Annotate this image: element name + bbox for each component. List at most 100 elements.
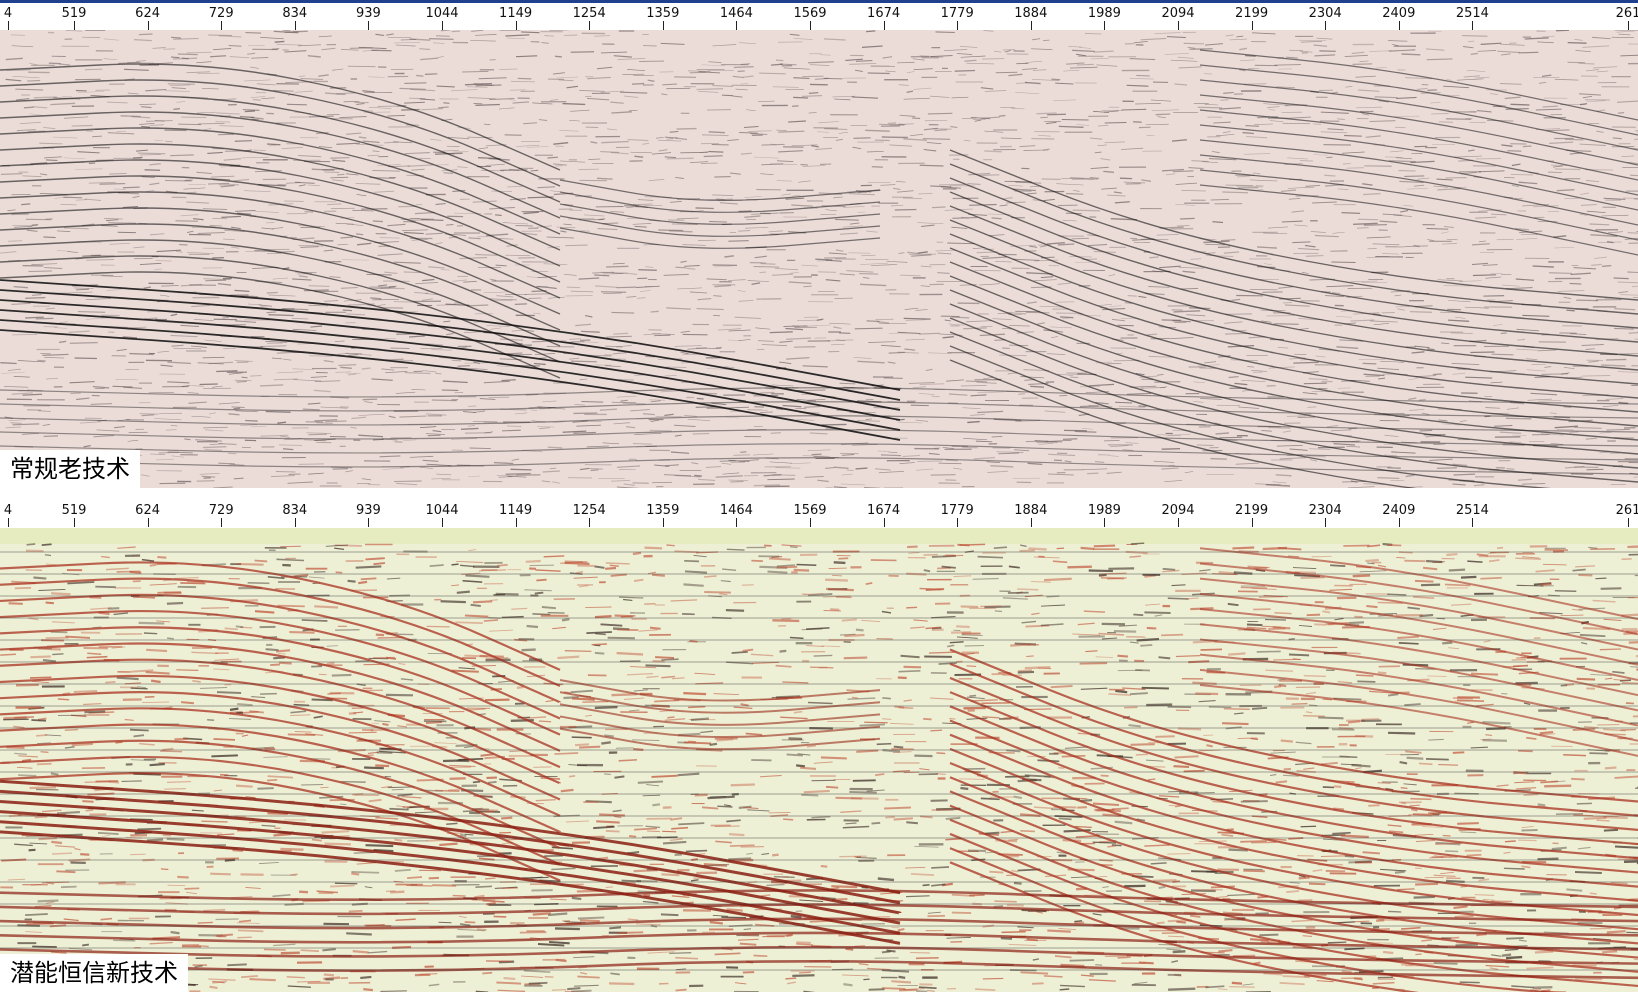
ruler-tick-label: 2304 xyxy=(1308,503,1342,518)
ruler-tick-mark xyxy=(294,518,296,527)
ruler-tick-mark xyxy=(1398,21,1400,30)
ruler-tick-mark xyxy=(147,518,149,527)
ruler-tick-label: 2409 xyxy=(1382,503,1416,518)
ruler-tick-label: 1989 xyxy=(1087,6,1121,21)
ruler-tick-mark xyxy=(662,21,664,30)
ruler-tick-label: 2514 xyxy=(1455,6,1489,21)
ruler-tick-mark xyxy=(1178,21,1179,30)
ruler-tick-mark xyxy=(736,518,738,527)
ruler-tick-label: 1779 xyxy=(940,6,974,21)
ruler-tick-mark xyxy=(810,21,811,30)
seismic-traces xyxy=(0,30,1638,488)
ruler-tick-mark xyxy=(147,21,149,30)
ruler-tick-label: 939 xyxy=(355,503,381,518)
ruler-tick-label: 4 xyxy=(3,503,13,518)
ruler-tick-label: 2409 xyxy=(1382,6,1416,21)
ruler-tick-label: 519 xyxy=(61,6,87,21)
panel-caption: 常规老技术 xyxy=(0,450,140,488)
ruler-tick-mark xyxy=(8,21,9,30)
ruler-tick-mark xyxy=(589,518,591,527)
ruler-tick-label: 1674 xyxy=(867,503,901,518)
seismic-section-image xyxy=(0,30,1638,488)
ruler-tick-label: 1149 xyxy=(499,503,533,518)
ruler-tick-mark xyxy=(442,518,443,527)
ruler-tick-mark xyxy=(221,21,223,30)
ruler-tick-label: 2304 xyxy=(1308,6,1342,21)
ruler-tick-mark xyxy=(515,518,517,527)
ruler-tick-mark xyxy=(957,518,959,527)
ruler-tick-label: 1884 xyxy=(1014,503,1048,518)
ruler-tick-mark xyxy=(1178,518,1179,527)
ruler-tick-label: 1149 xyxy=(499,6,533,21)
ruler-tick-label: 1254 xyxy=(572,503,606,518)
ruler-tick-label: 1359 xyxy=(646,503,680,518)
ruler-tick-label: 1569 xyxy=(793,503,827,518)
ruler-tick-mark xyxy=(74,518,75,527)
ruler-tick-mark xyxy=(1104,518,1106,527)
ruler-tick-label: 1359 xyxy=(646,6,680,21)
ruler-tick-label: 939 xyxy=(355,6,381,21)
ruler-tick-mark xyxy=(1398,518,1400,527)
ruler-tick-label: 1044 xyxy=(425,6,459,21)
ruler-tick-mark xyxy=(810,518,811,527)
ruler-tick-mark xyxy=(1251,518,1253,527)
ruler-tick-label: 1569 xyxy=(793,6,827,21)
ruler-tick-label: 519 xyxy=(61,503,87,518)
ruler-tick-mark xyxy=(957,21,959,30)
ruler-tick-label: 261 xyxy=(1615,6,1638,21)
ruler-tick-label: 1254 xyxy=(572,6,606,21)
ruler-tick-mark xyxy=(368,21,370,30)
ruler-tick-label: 261 xyxy=(1615,503,1638,518)
ruler-tick-mark xyxy=(1325,518,1327,527)
ruler-tick-mark xyxy=(8,518,9,527)
ruler-tick-label: 1779 xyxy=(940,503,974,518)
ruler-tick-label: 624 xyxy=(135,503,161,518)
ruler-tick-label: 1989 xyxy=(1087,503,1121,518)
ruler-tick-mark xyxy=(662,518,664,527)
ruler-tick-label: 1884 xyxy=(1014,6,1048,21)
ruler-tick-label: 2094 xyxy=(1161,503,1195,518)
ruler-tick-label: 1674 xyxy=(867,6,901,21)
ruler-tick-mark xyxy=(883,518,885,527)
ruler-tick-mark xyxy=(74,21,75,30)
ruler-tick-mark xyxy=(515,21,517,30)
trace-ruler: 4 519 624 729 834 939 1044 1149 1254 1359 1464 1569… xyxy=(0,0,1638,30)
ruler-tick-mark xyxy=(736,21,738,30)
ruler-tick-mark xyxy=(368,518,370,527)
seismic-traces xyxy=(0,528,1638,992)
seismic-section-image xyxy=(0,528,1638,992)
ruler-tick-label: 1044 xyxy=(425,503,459,518)
ruler-tick-label: 729 xyxy=(208,6,234,21)
ruler-tick-label: 2199 xyxy=(1235,503,1269,518)
ruler-tick-label: 2094 xyxy=(1161,6,1195,21)
ruler-tick-label: 624 xyxy=(135,6,161,21)
ruler-tick-mark xyxy=(221,518,223,527)
ruler-tick-mark xyxy=(1628,21,1629,30)
top-band xyxy=(0,528,1638,544)
ruler-tick-label: 4 xyxy=(3,6,13,21)
ruler-tick-label: 1464 xyxy=(719,503,753,518)
seismic-panel-conventional: 4 519 624 729 834 939 1044 1149 1254 1359 1464 1569… xyxy=(0,0,1638,488)
ruler-tick-mark xyxy=(1104,21,1106,30)
ruler-tick-label: 2199 xyxy=(1235,6,1269,21)
ruler-tick-label: 1464 xyxy=(719,6,753,21)
ruler-tick-label: 2514 xyxy=(1455,503,1489,518)
trace-ruler: 4 519 624 729 834 939 1044 1149 1254 1359 1464 1569… xyxy=(0,500,1638,528)
panel-caption: 潜能恒信新技术 xyxy=(0,954,188,992)
ruler-tick-mark xyxy=(589,21,591,30)
ruler-tick-mark xyxy=(442,21,443,30)
ruler-tick-mark xyxy=(294,21,296,30)
section-background xyxy=(0,528,1638,992)
ruler-tick-mark xyxy=(1030,21,1032,30)
ruler-tick-label: 834 xyxy=(282,503,308,518)
ruler-tick-mark xyxy=(1628,518,1629,527)
ruler-tick-mark xyxy=(1472,518,1474,527)
ruler-tick-label: 834 xyxy=(282,6,308,21)
ruler-tick-mark xyxy=(883,21,885,30)
seismic-panel-new: 4 519 624 729 834 939 1044 1149 1254 1359 1464 1569… xyxy=(0,500,1638,992)
ruler-tick-mark xyxy=(1325,21,1327,30)
ruler-tick-mark xyxy=(1030,518,1032,527)
ruler-tick-mark xyxy=(1251,21,1253,30)
ruler-tick-label: 729 xyxy=(208,503,234,518)
ruler-tick-mark xyxy=(1472,21,1474,30)
